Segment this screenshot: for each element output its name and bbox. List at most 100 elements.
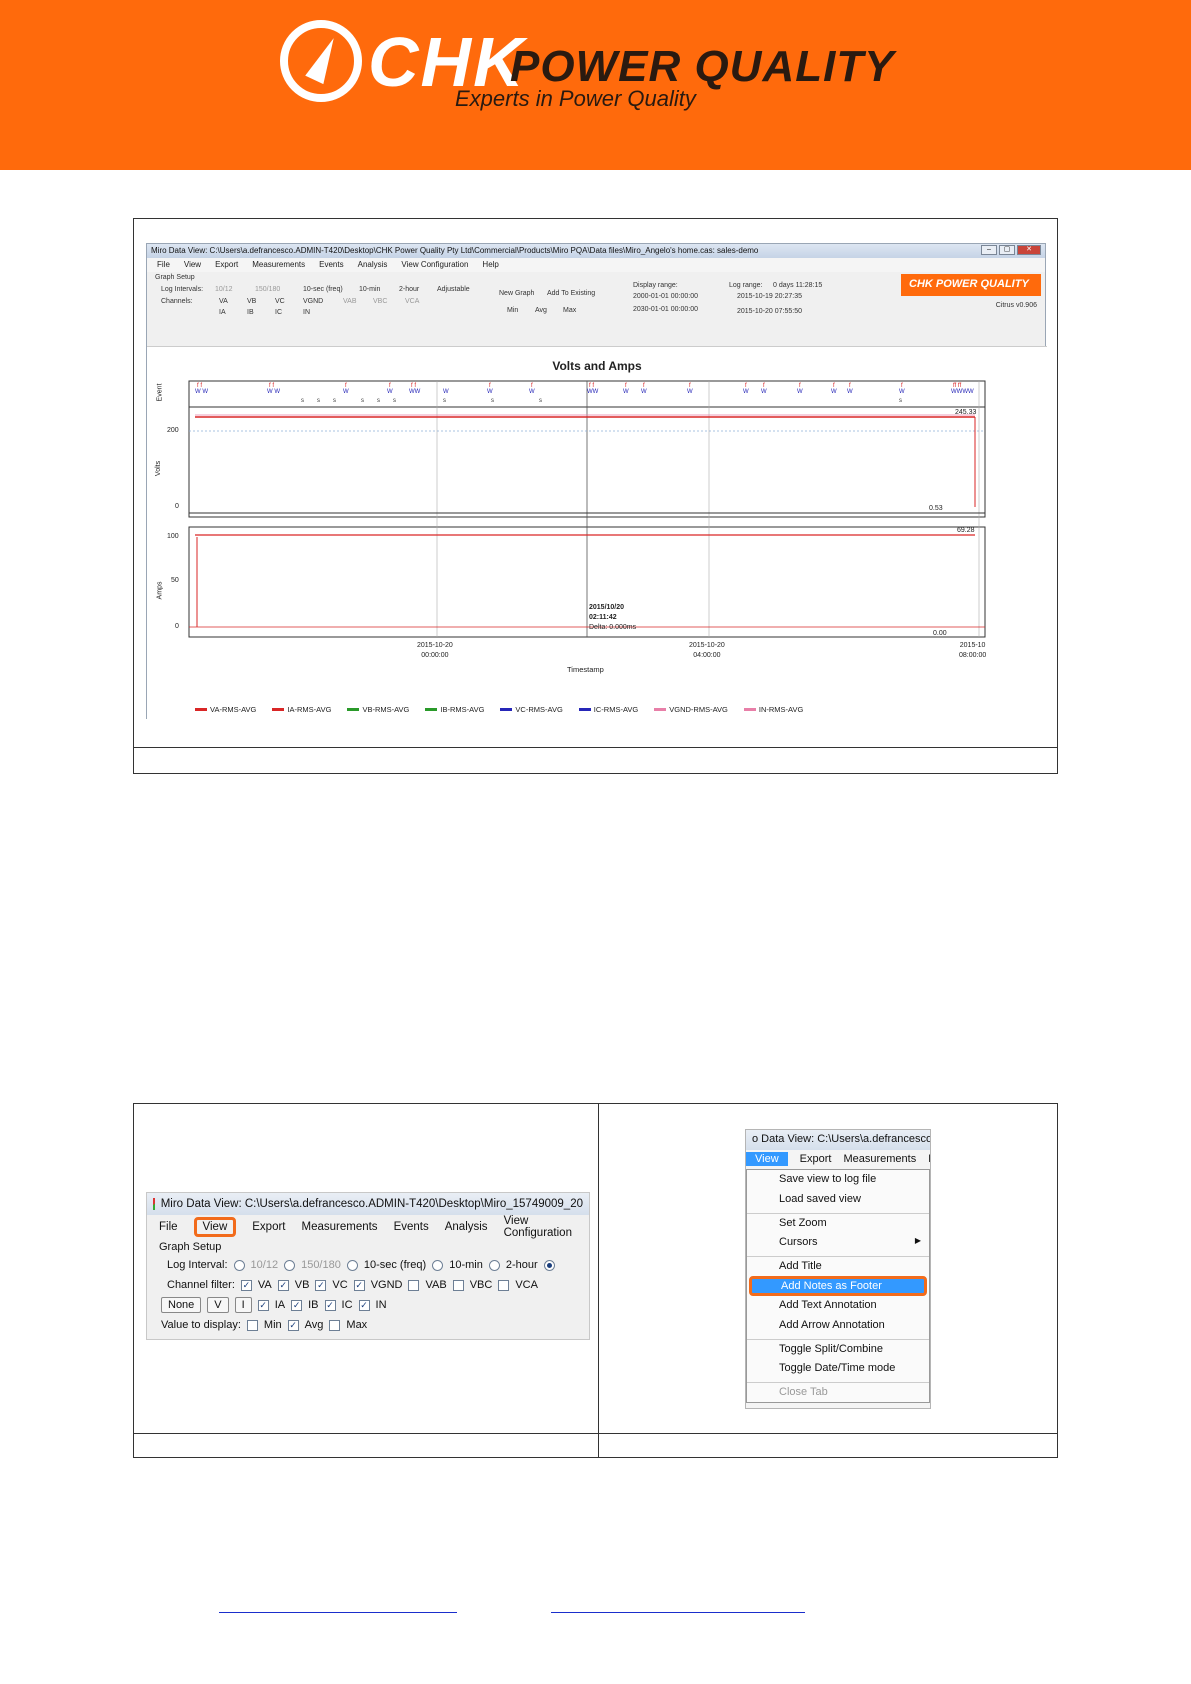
- menu-help[interactable]: Help: [482, 260, 498, 270]
- app-titlebar: Miro Data View: C:\Users\a.defrancesco.A…: [147, 244, 1045, 258]
- legend-item[interactable]: IC-RMS-AVG: [578, 705, 638, 714]
- radio-2hour[interactable]: [488, 1259, 500, 1271]
- log-interval-10min[interactable]: 10-min: [359, 286, 380, 293]
- mode-new-graph[interactable]: New Graph: [499, 290, 534, 297]
- menu-events[interactable]: Events: [319, 260, 343, 270]
- menu-item-save-view[interactable]: Save view to log file: [747, 1170, 929, 1190]
- legend-item[interactable]: VB-RMS-AVG: [347, 705, 409, 714]
- menu-item-toggle-split[interactable]: Toggle Split/Combine: [747, 1339, 929, 1359]
- log-interval-2hour[interactable]: 2-hour: [399, 286, 419, 293]
- menu-view-configuration[interactable]: View Configuration: [401, 260, 468, 270]
- menu-export[interactable]: Export: [252, 1221, 285, 1233]
- checkbox-ib[interactable]: ✓: [291, 1299, 303, 1311]
- channel-vab[interactable]: VAB: [343, 298, 357, 305]
- channel-ia[interactable]: IA: [219, 309, 226, 316]
- checkbox-vgnd[interactable]: ✓: [353, 1279, 365, 1291]
- checkbox-vbc[interactable]: [452, 1279, 464, 1291]
- channel-vca[interactable]: VCA: [405, 298, 419, 305]
- display-range-from[interactable]: 2000-01-01 00:00:00: [633, 293, 698, 300]
- footer-link-1[interactable]: [219, 1612, 457, 1613]
- radio-10sec[interactable]: [346, 1259, 358, 1271]
- checkbox-vc[interactable]: ✓: [315, 1279, 327, 1291]
- channel-va[interactable]: VA: [219, 298, 228, 305]
- checkbox-va[interactable]: ✓: [240, 1279, 252, 1291]
- radio-150-180[interactable]: [284, 1259, 296, 1271]
- channel-in[interactable]: IN: [303, 309, 310, 316]
- maximize-icon[interactable]: ▢: [999, 245, 1015, 255]
- menu-item-close-tab[interactable]: Close Tab: [747, 1382, 929, 1402]
- checkbox-vb[interactable]: ✓: [277, 1279, 289, 1291]
- cursor-time: 02:11:42: [589, 614, 617, 621]
- legend-item[interactable]: VA-RMS-AVG: [195, 705, 256, 714]
- channel-vb[interactable]: VB: [247, 298, 256, 305]
- menu-events[interactable]: Events: [394, 1221, 429, 1233]
- none-button[interactable]: None: [161, 1297, 202, 1313]
- svg-text:ff ff: ff ff: [953, 383, 961, 389]
- menu-analysis[interactable]: Analysis: [445, 1221, 488, 1233]
- menu-item-add-text-annotation[interactable]: Add Text Annotation: [747, 1296, 929, 1316]
- checkbox-vab[interactable]: [408, 1279, 420, 1291]
- checkbox-min[interactable]: [246, 1319, 258, 1331]
- amps-tick-100: 100: [167, 533, 179, 540]
- menu-export[interactable]: Export: [215, 260, 238, 270]
- checkbox-ic[interactable]: ✓: [324, 1299, 336, 1311]
- log-range-label: Log range:: [729, 282, 763, 289]
- mode-add-existing[interactable]: Add To Existing: [547, 290, 595, 297]
- svg-text:f f: f f: [411, 383, 416, 389]
- menu-item-add-title[interactable]: Add Title: [747, 1256, 929, 1276]
- menu-item-load-view[interactable]: Load saved view: [747, 1190, 929, 1210]
- value-max[interactable]: Max: [563, 307, 576, 314]
- volts-tick-0: 0: [175, 503, 179, 510]
- display-range-to[interactable]: 2030-01-01 00:00:00: [633, 306, 698, 313]
- legend-item[interactable]: IN-RMS-AVG: [743, 705, 803, 714]
- menu-events[interactable]: E: [928, 1153, 930, 1165]
- channels-label: Channels:: [161, 298, 193, 305]
- menu-view-active[interactable]: View: [746, 1152, 788, 1166]
- legend-item[interactable]: IB-RMS-AVG: [425, 705, 484, 714]
- checkbox-label: Max: [346, 1319, 368, 1331]
- channel-vbc[interactable]: VBC: [373, 298, 387, 305]
- log-interval-10-12[interactable]: 10/12: [215, 286, 233, 293]
- menu-item-add-notes-footer[interactable]: Add Notes as Footer: [749, 1276, 927, 1296]
- menu-item-toggle-datetime[interactable]: Toggle Date/Time mode: [747, 1359, 929, 1379]
- minimize-icon[interactable]: –: [981, 245, 997, 255]
- i-button[interactable]: I: [234, 1297, 252, 1313]
- menu-measurements[interactable]: Measurements: [252, 260, 305, 270]
- value-min[interactable]: Min: [507, 307, 518, 314]
- checkbox-in[interactable]: ✓: [358, 1299, 370, 1311]
- legend-item[interactable]: VC-RMS-AVG: [500, 705, 563, 714]
- amps-min-value: 0.00: [933, 630, 947, 637]
- value-avg[interactable]: Avg: [535, 307, 547, 314]
- footer-link-2[interactable]: [551, 1612, 805, 1613]
- radio-adjustable[interactable]: [543, 1259, 555, 1271]
- menu-analysis[interactable]: Analysis: [358, 260, 388, 270]
- legend-item[interactable]: IA-RMS-AVG: [272, 705, 331, 714]
- menu-measurements[interactable]: Measurements: [302, 1221, 378, 1233]
- legend-item[interactable]: VGND-RMS-AVG: [654, 705, 728, 714]
- v-button[interactable]: V: [207, 1297, 229, 1313]
- log-interval-150-180[interactable]: 150/180: [255, 286, 280, 293]
- checkbox-vca[interactable]: [498, 1279, 510, 1291]
- radio-10-12[interactable]: [233, 1259, 245, 1271]
- menu-item-cursors[interactable]: Cursors ▶: [747, 1233, 929, 1253]
- checkbox-max[interactable]: [329, 1319, 341, 1331]
- channel-vgnd[interactable]: VGND: [303, 298, 323, 305]
- channel-ib[interactable]: IB: [247, 309, 254, 316]
- menu-file[interactable]: File: [157, 260, 170, 270]
- checkbox-avg[interactable]: ✓: [287, 1319, 299, 1331]
- radio-10min[interactable]: [432, 1259, 444, 1271]
- menu-view-configuration[interactable]: View Configuration: [504, 1215, 577, 1239]
- menu-export[interactable]: Export: [800, 1153, 832, 1165]
- checkbox-ia[interactable]: ✓: [257, 1299, 269, 1311]
- log-interval-10sec[interactable]: 10-sec (freq): [303, 286, 343, 293]
- close-icon[interactable]: ✕: [1017, 245, 1041, 255]
- menu-view-highlighted[interactable]: View: [193, 1217, 237, 1237]
- menu-item-set-zoom[interactable]: Set Zoom: [747, 1213, 929, 1233]
- channel-vc[interactable]: VC: [275, 298, 285, 305]
- menu-measurements[interactable]: Measurements: [843, 1153, 916, 1165]
- log-interval-adjustable[interactable]: Adjustable: [437, 286, 470, 293]
- menu-item-add-arrow-annotation[interactable]: Add Arrow Annotation: [747, 1316, 929, 1336]
- menu-view[interactable]: View: [184, 260, 201, 270]
- menu-file[interactable]: File: [159, 1221, 178, 1233]
- channel-ic[interactable]: IC: [275, 309, 282, 316]
